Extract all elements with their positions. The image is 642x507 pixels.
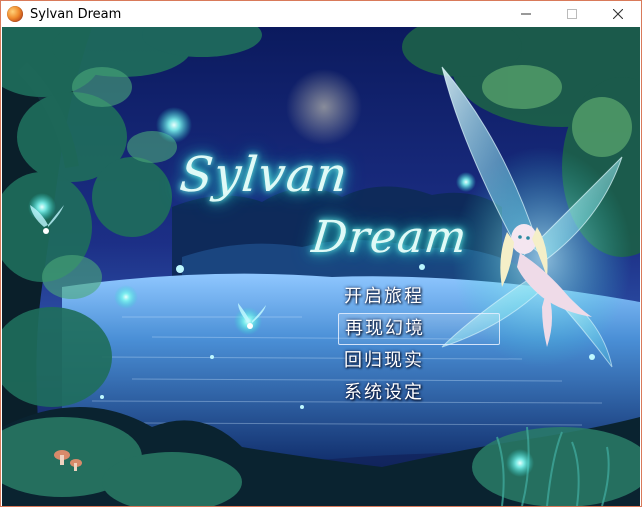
minimize-button[interactable] <box>503 1 549 27</box>
maximize-button[interactable] <box>549 1 595 27</box>
menu-item-new-game[interactable]: 开启旅程 <box>338 281 500 313</box>
window-controls <box>503 1 641 27</box>
maximize-icon <box>567 9 577 19</box>
game-logo-line-1: Sylvan <box>177 147 351 203</box>
menu-item-settings[interactable]: 系统设定 <box>338 377 500 409</box>
menu-item-exit[interactable]: 回归现实 <box>338 345 500 377</box>
game-screen[interactable]: Sylvan Dream 开启旅程 再现幻境 回归现实 系统设定 <box>2 27 640 506</box>
title-bar[interactable]: Sylvan Dream <box>1 1 641 27</box>
menu-item-continue[interactable]: 再现幻境 <box>338 313 500 345</box>
window-title: Sylvan Dream <box>30 6 122 22</box>
title-background-scene <box>2 27 640 506</box>
close-icon <box>613 9 623 19</box>
minimize-icon <box>521 13 531 15</box>
game-window: Sylvan Dream Sylvan Dream 开启旅程 再现幻境 回归现实… <box>0 0 642 507</box>
close-button[interactable] <box>595 1 641 27</box>
app-icon <box>7 6 23 22</box>
game-logo-line-2: Dream <box>309 212 470 263</box>
title-menu: 开启旅程 再现幻境 回归现实 系统设定 <box>338 281 500 409</box>
